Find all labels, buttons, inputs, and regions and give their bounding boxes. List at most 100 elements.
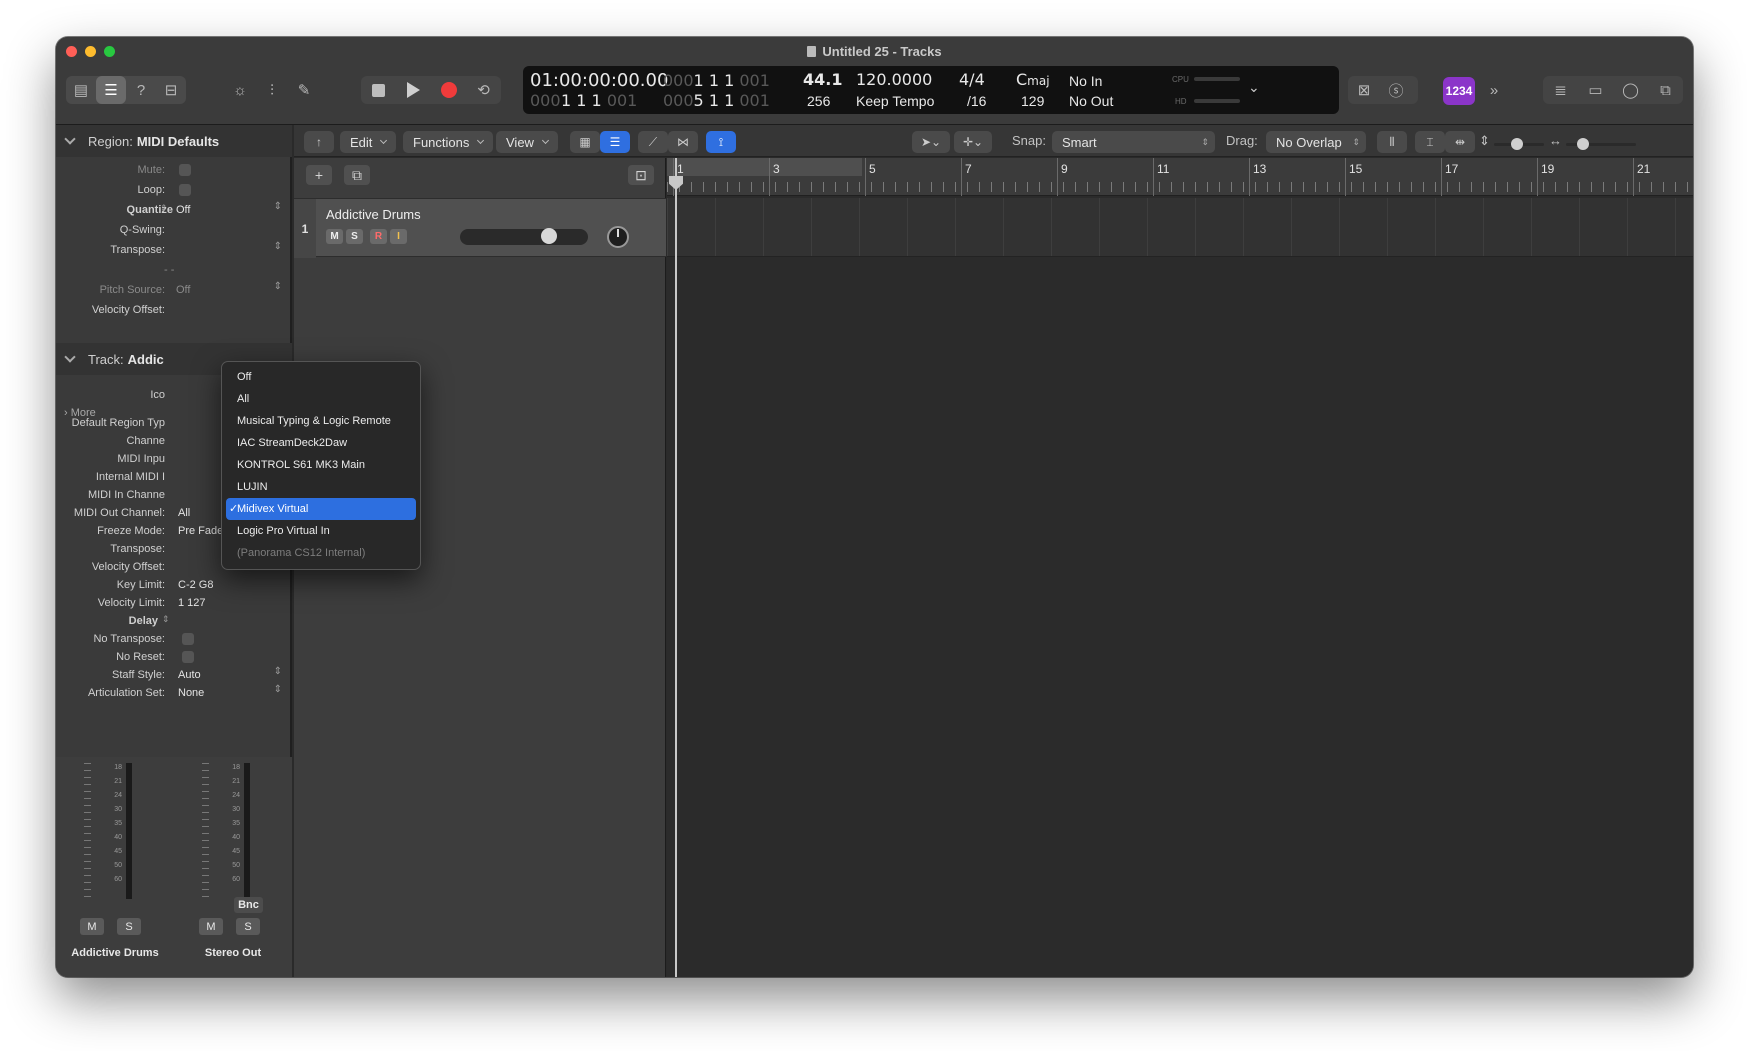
lcd-menu-chevron-icon[interactable]: ⌄: [1248, 80, 1260, 94]
region-loop-checkbox[interactable]: [179, 184, 191, 196]
midi-input-menu-item[interactable]: IAC StreamDeck2Daw: [226, 432, 416, 454]
stop-button[interactable]: [361, 76, 396, 104]
disclosure-chevron-icon: [64, 351, 76, 363]
track-pan-knob[interactable]: [607, 226, 629, 248]
count-in-badge[interactable]: 1234: [1443, 77, 1475, 105]
browser-icon[interactable]: ⧉: [1648, 76, 1683, 104]
strip-2-mute-button[interactable]: M: [199, 918, 223, 935]
grid-view-icon[interactable]: ▦: [570, 131, 600, 153]
ruler-ticks: [667, 182, 1693, 192]
track-header-row[interactable]: 1 Addictive Drums M S R I: [294, 198, 666, 258]
record-button[interactable]: [431, 76, 466, 104]
strip-2-fader[interactable]: [244, 763, 250, 899]
midi-input-menu-item[interactable]: ✓ Midivex Virtual: [226, 498, 416, 520]
smart-controls-icon[interactable]: ☼: [224, 76, 256, 104]
catch-icon[interactable]: ⟟: [706, 131, 736, 153]
region-velocity-offset-row[interactable]: Velocity Offset:: [56, 300, 292, 320]
edit-menu[interactable]: Edit: [340, 131, 397, 153]
cycle-button[interactable]: ⟲: [466, 76, 501, 104]
toolbar-icon[interactable]: ⊟: [156, 76, 186, 104]
track-articulation-set-row[interactable]: Articulation Set: None ⇕: [56, 683, 292, 703]
key-signature[interactable]: Cmaj: [1016, 72, 1050, 88]
track-solo-button[interactable]: S: [346, 229, 363, 244]
notepad-icon[interactable]: ▭: [1578, 76, 1613, 104]
waveform-zoom-icon[interactable]: ⦀: [1377, 131, 1407, 153]
division[interactable]: /16: [967, 94, 986, 108]
bar-ruler[interactable]: 1 3 5 7 9 11 13 15 17 19 21: [667, 158, 1693, 196]
strip-1-solo-button[interactable]: S: [117, 918, 141, 935]
track-input-monitor-button[interactable]: I: [390, 229, 407, 244]
horizontal-zoom-knob[interactable]: [1577, 138, 1589, 150]
strip-2-solo-button[interactable]: S: [236, 918, 260, 935]
region-qswing-row[interactable]: Q-Swing:: [56, 220, 292, 240]
playhead[interactable]: [675, 158, 677, 977]
track-velocity-limit-row[interactable]: Velocity Limit: 1 127: [56, 593, 292, 613]
track-name[interactable]: Addictive Drums: [326, 207, 421, 222]
strip-2-name: Stereo Out: [204, 947, 262, 959]
tuner-icon[interactable]: ⊠: [1348, 76, 1380, 104]
list-view-icon[interactable]: ☰: [600, 131, 630, 153]
more-chevron-icon[interactable]: »: [1478, 76, 1510, 104]
quantize-stepper-icon[interactable]: ⇕: [160, 203, 168, 214]
track-number: 1: [294, 199, 316, 258]
no-transpose-checkbox[interactable]: [182, 633, 194, 645]
add-track-icon[interactable]: +: [306, 165, 332, 185]
region-transpose-row[interactable]: Transpose: ⇕: [56, 240, 292, 260]
region-quantize-row[interactable]: Quantize ⇕ Off ⇕: [56, 200, 292, 220]
strip-1-fader[interactable]: [126, 763, 132, 899]
strip-1-mute-button[interactable]: M: [80, 918, 104, 935]
tracks-area[interactable]: 1 3 5 7 9 11 13 15 17 19 21: [667, 158, 1693, 977]
track-volume-slider[interactable]: [460, 229, 588, 245]
duplicate-track-icon[interactable]: ⧉: [344, 165, 370, 185]
pointer-tool-icon[interactable]: ➤⌄: [912, 131, 950, 153]
midi-input-menu-item[interactable]: All: [226, 388, 416, 410]
hd-label: HD: [1175, 97, 1187, 106]
cycle-region[interactable]: [667, 158, 862, 176]
tempo-mode[interactable]: Keep Tempo: [856, 94, 934, 108]
time-signature[interactable]: 4/4: [959, 72, 985, 88]
midi-input-menu-item[interactable]: LUJIN: [226, 476, 416, 498]
track-staff-style-row[interactable]: Staff Style: Auto ⇕: [56, 665, 292, 685]
play-button[interactable]: [396, 76, 431, 104]
tempo[interactable]: 120.0000: [856, 72, 932, 88]
mixer-icon[interactable]: ⫶: [256, 76, 288, 104]
list-icon[interactable]: ≣: [1543, 76, 1578, 104]
editors-icon[interactable]: ✎: [288, 76, 320, 104]
hd-meter: [1194, 99, 1240, 103]
drag-select[interactable]: No Overlap ⇕: [1266, 131, 1366, 153]
track-key-limit-row[interactable]: Key Limit: C-2 G8: [56, 575, 292, 595]
solo-icon[interactable]: ⓢ: [1380, 76, 1412, 104]
track-delay-row[interactable]: Delay ⇕: [56, 611, 292, 631]
view-menu[interactable]: View: [496, 131, 558, 153]
track-mute-button[interactable]: M: [326, 229, 343, 244]
midi-input-menu-item[interactable]: Logic Pro Virtual In: [226, 520, 416, 542]
inspector-icon[interactable]: ☰: [96, 76, 126, 104]
midi-input-menu-item[interactable]: Musical Typing & Logic Remote: [226, 410, 416, 432]
track-record-button[interactable]: R: [370, 229, 387, 244]
track-lane[interactable]: [667, 198, 1693, 257]
document-icon: [807, 46, 817, 57]
lcd-display[interactable]: 01:00:00:00.00 000 0001 1 1 001 1 1 1 00…: [523, 66, 1339, 114]
track-volume-knob[interactable]: [541, 228, 557, 244]
help-icon[interactable]: ?: [126, 76, 156, 104]
flex-icon[interactable]: ⋈: [668, 131, 698, 153]
secondary-tool-icon[interactable]: ✛⌄: [954, 131, 992, 153]
loops-icon[interactable]: ◯: [1613, 76, 1648, 104]
region-pitch-source-row[interactable]: Pitch Source: Off ⇕: [56, 280, 292, 300]
vertical-zoom-icon[interactable]: ⌶: [1415, 131, 1445, 153]
midi-input-menu-item[interactable]: KONTROL S61 MK3 Main: [226, 454, 416, 476]
back-arrow-icon[interactable]: ↑: [304, 131, 334, 153]
bounce-button[interactable]: Bnc: [234, 897, 263, 913]
horizontal-fit-icon[interactable]: ⇹: [1445, 131, 1475, 153]
delay-stepper-icon[interactable]: ⇕: [162, 614, 170, 625]
vertical-zoom-knob[interactable]: [1511, 138, 1523, 150]
region-mute-checkbox[interactable]: [179, 164, 191, 176]
global-tracks-icon[interactable]: ⊡: [628, 165, 654, 185]
midi-input-menu-item[interactable]: Off: [226, 366, 416, 388]
no-reset-checkbox[interactable]: [182, 651, 194, 663]
automation-icon[interactable]: ⟋: [638, 131, 668, 153]
region-inspector-header[interactable]: Region: MIDI Defaults: [56, 125, 292, 157]
library-icon[interactable]: ▤: [66, 76, 96, 104]
snap-select[interactable]: Smart ⇕: [1052, 131, 1215, 153]
functions-menu[interactable]: Functions: [403, 131, 494, 153]
